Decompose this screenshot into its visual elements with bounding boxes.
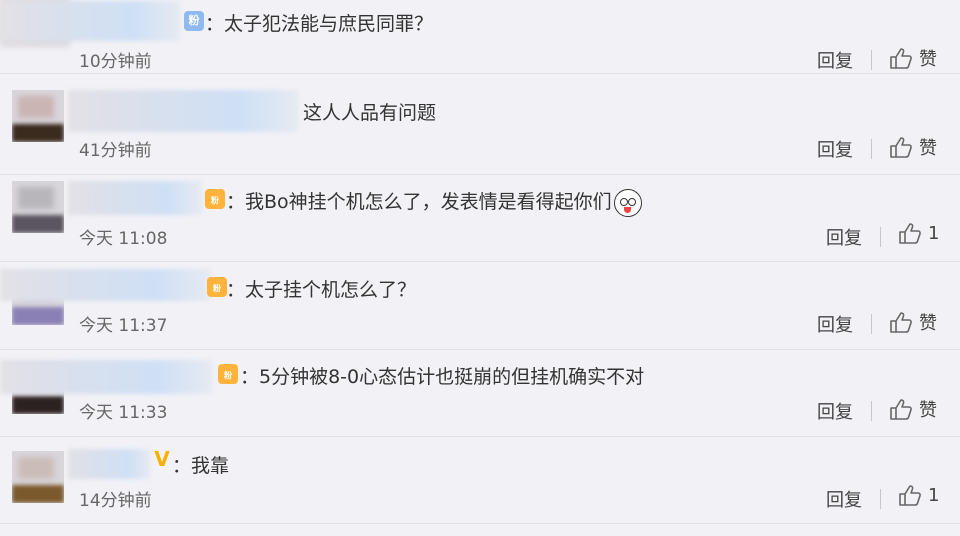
comment-item: 这人人品有问题 41分钟前 回复 赞 xyxy=(0,88,960,175)
comment-text: ：5分钟被8-0心态估计也挺崩的但挂机确实不对 xyxy=(240,366,645,388)
comment-text: 这人人品有问题 xyxy=(303,102,437,124)
divider xyxy=(871,314,872,334)
fan-badge-icon: 粉 xyxy=(205,189,225,209)
row-divider xyxy=(0,523,960,524)
avatar xyxy=(12,90,64,142)
comment-time: 今天 11:08 xyxy=(79,229,168,249)
blurred-username xyxy=(0,360,212,394)
comment-text: ：太子挂个机怎么了？ xyxy=(226,279,417,301)
fan-badge-icon: 粉 xyxy=(218,364,238,384)
like-count: 1 xyxy=(928,484,940,506)
like-count: 赞 xyxy=(919,313,937,334)
thumbs-up-icon xyxy=(890,48,912,69)
like-count: 1 xyxy=(928,222,940,244)
like-count: 赞 xyxy=(919,400,937,421)
row-divider xyxy=(0,261,960,262)
comment-item: 粉 ：我Bo神挂个机怎么了，发表情是看得起你们 今天 11:08 回复 1 xyxy=(0,175,960,262)
thumbs-up-icon xyxy=(899,223,921,244)
blurred-username xyxy=(68,90,298,132)
comment-time: 今天 11:33 xyxy=(79,403,168,423)
like-button[interactable]: 赞 xyxy=(889,134,937,160)
comment-item: 粉 ：太子犯法能与庶民同罪？ 10分钟前 回复 赞 xyxy=(0,0,960,74)
thumbs-up-icon xyxy=(890,137,912,158)
like-button[interactable]: 赞 xyxy=(889,396,937,422)
avatar xyxy=(12,451,64,503)
blurred-username xyxy=(68,181,202,215)
comment-time: 41分钟前 xyxy=(79,141,152,161)
fan-badge-icon: 粉 xyxy=(207,277,227,297)
comment-text: ：我靠 xyxy=(172,455,230,477)
divider xyxy=(880,227,881,247)
verified-v-icon: V xyxy=(154,447,170,471)
comment-item: V ：我靠 14分钟前 回复 1 xyxy=(0,437,960,536)
comment-time: 今天 11:37 xyxy=(79,316,168,336)
comment-item: 粉 ：5分钟被8-0心态估计也挺崩的但挂机确实不对 今天 11:33 回复 赞 xyxy=(0,350,960,437)
comment-item: 粉 ：太子挂个机怎么了？ 今天 11:37 回复 赞 xyxy=(0,263,960,350)
like-count: 赞 xyxy=(919,49,937,70)
emoji-icon xyxy=(613,188,642,217)
like-button[interactable]: 1 xyxy=(898,222,939,244)
avatar xyxy=(12,181,64,233)
thumbs-up-icon xyxy=(899,485,921,506)
row-divider xyxy=(0,73,960,74)
thumbs-up-icon xyxy=(890,312,912,333)
like-button[interactable]: 赞 xyxy=(889,45,937,71)
like-button[interactable]: 赞 xyxy=(889,309,937,335)
comment-text: ：太子犯法能与庶民同罪？ xyxy=(205,13,434,35)
reply-button[interactable]: 回复 xyxy=(817,398,853,424)
fan-badge-icon: 粉 xyxy=(184,11,204,31)
thumbs-up-icon xyxy=(890,399,912,420)
like-button[interactable]: 1 xyxy=(898,484,939,506)
divider xyxy=(871,401,872,421)
divider xyxy=(880,489,881,509)
divider xyxy=(871,139,872,159)
blurred-username xyxy=(0,1,180,41)
reply-button[interactable]: 回复 xyxy=(826,224,862,250)
blurred-username xyxy=(0,269,210,301)
reply-button[interactable]: 回复 xyxy=(817,311,853,337)
blurred-username xyxy=(68,449,150,479)
comment-time: 14分钟前 xyxy=(79,491,152,511)
like-count: 赞 xyxy=(919,138,937,159)
comment-time: 10分钟前 xyxy=(79,52,152,72)
reply-button[interactable]: 回复 xyxy=(817,47,853,73)
comment-text: ：我Bo神挂个机怎么了，发表情是看得起你们 xyxy=(226,187,642,217)
reply-button[interactable]: 回复 xyxy=(826,486,862,512)
divider xyxy=(871,50,872,70)
reply-button[interactable]: 回复 xyxy=(817,136,853,162)
